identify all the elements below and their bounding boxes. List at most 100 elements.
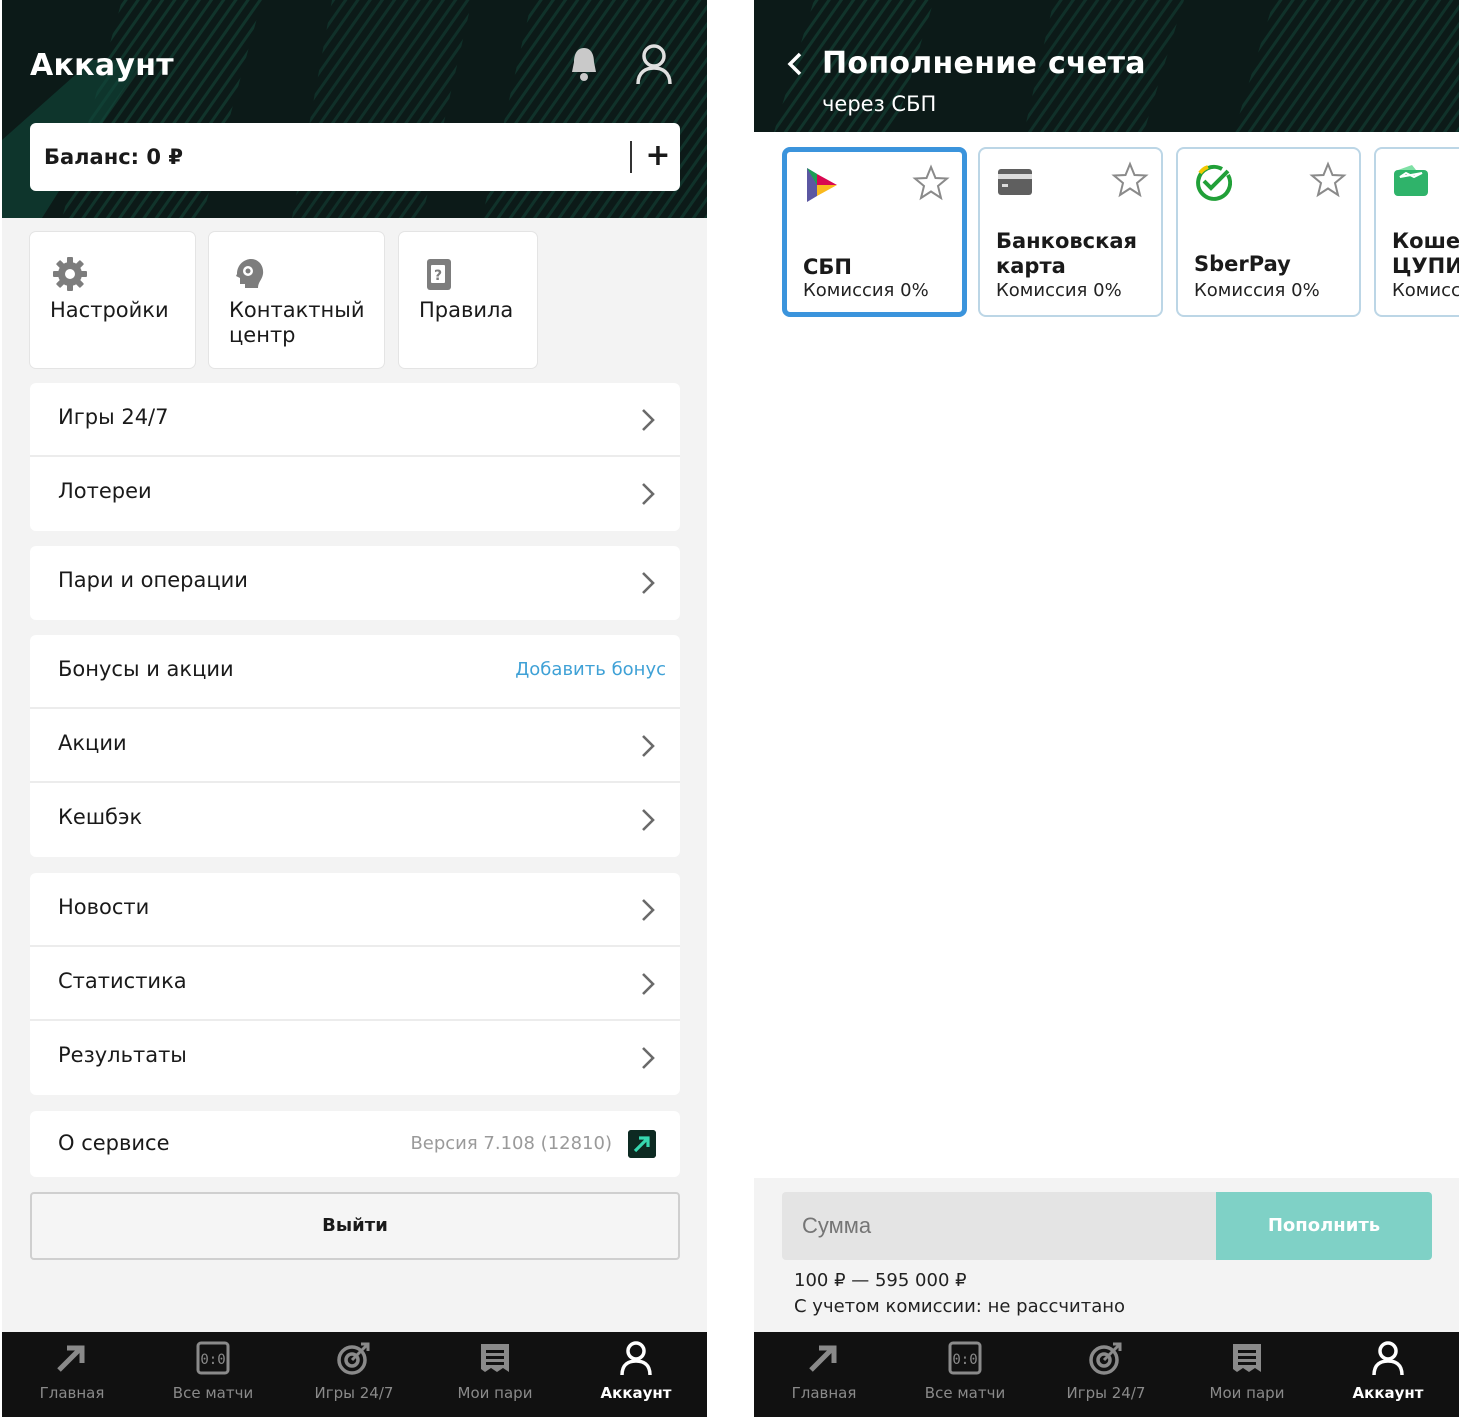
tab-label: Главная bbox=[791, 1384, 857, 1402]
user-icon bbox=[620, 1341, 652, 1376]
menu-item-about[interactable]: О сервисе Версия 7.108 (12810) bbox=[30, 1111, 680, 1177]
favorite-star-icon[interactable] bbox=[912, 164, 950, 202]
tab-account[interactable]: Аккаунт bbox=[1318, 1332, 1458, 1417]
menu-item-bets[interactable]: Пари и операции bbox=[30, 546, 680, 620]
tab-all-matches[interactable]: 0:0 Все матчи bbox=[895, 1332, 1035, 1417]
tab-my-bets[interactable]: Мои пари bbox=[425, 1332, 565, 1417]
amount-input[interactable] bbox=[782, 1192, 1218, 1260]
sbp-icon bbox=[807, 168, 837, 202]
menu-group-bets: Пари и операции bbox=[30, 546, 680, 620]
method-name: Банковская карта bbox=[996, 229, 1138, 278]
gear-icon bbox=[53, 257, 87, 291]
menu-item-games[interactable]: Игры 24/7 bbox=[30, 383, 680, 457]
bottom-tab-bar: Главная 0:0 Все матчи Игры 24/7 Мои пари… bbox=[754, 1332, 1459, 1417]
tab-all-matches[interactable]: 0:0 Все матчи bbox=[143, 1332, 283, 1417]
menu-group-bonuses: Бонусы и акции Добавить бонус Акции Кешб… bbox=[30, 635, 680, 857]
menu-item-lotteries[interactable]: Лотереи bbox=[30, 457, 680, 531]
chevron-right-icon bbox=[642, 483, 655, 505]
deposit-form: Пополнить 100 ₽ — 595 000 ₽ С учетом ком… bbox=[754, 1178, 1459, 1332]
tab-account[interactable]: Аккаунт bbox=[566, 1332, 706, 1417]
add-bonus-link[interactable]: Добавить бонус bbox=[515, 659, 666, 680]
method-name: СБП bbox=[803, 255, 852, 279]
scoreboard-icon: 0:0 bbox=[948, 1341, 982, 1375]
add-funds-button[interactable]: + bbox=[642, 135, 674, 177]
payment-method-bank-card[interactable]: Банковская карта Комиссия 0% bbox=[978, 147, 1163, 317]
tab-label: Мои пари bbox=[457, 1384, 533, 1402]
headset-icon bbox=[236, 259, 264, 288]
tile-rules[interactable]: ? Правила bbox=[399, 232, 537, 368]
logout-button[interactable]: Выйти bbox=[30, 1192, 680, 1260]
balance-divider bbox=[630, 141, 632, 173]
account-header: Аккаунт Баланс: 0 ₽ + bbox=[2, 0, 707, 218]
tab-games[interactable]: Игры 24/7 bbox=[1036, 1332, 1176, 1417]
home-arrow-icon bbox=[809, 1345, 837, 1372]
payment-method-sbp[interactable]: СБП Комиссия 0% bbox=[782, 147, 967, 317]
app-version: Версия 7.108 (12810) bbox=[410, 1133, 612, 1154]
menu-group-about: О сервисе Версия 7.108 (12810) bbox=[30, 1111, 680, 1177]
deposit-screen: Пополнение счета через СБП СБП Комиссия … bbox=[754, 0, 1459, 1417]
chevron-right-icon bbox=[642, 1047, 655, 1069]
fee-note: С учетом комиссии: не рассчитано bbox=[794, 1296, 1126, 1317]
menu-item-label: Кешбэк bbox=[58, 805, 143, 829]
tab-label: Игры 24/7 bbox=[1066, 1384, 1146, 1402]
tile-contact-center-label: Контактный центр bbox=[229, 298, 365, 347]
menu-item-results[interactable]: Результаты bbox=[30, 1021, 680, 1095]
chevron-right-icon bbox=[642, 409, 655, 431]
topup-button[interactable]: Пополнить bbox=[1216, 1192, 1432, 1260]
menu-item-label: О сервисе bbox=[58, 1131, 170, 1155]
menu-item-news[interactable]: Новости bbox=[30, 873, 680, 947]
payment-method-wallet[interactable]: Кошелек ЦУПИС Комиссия 0% bbox=[1374, 147, 1459, 317]
menu-group-info: Новости Статистика Результаты bbox=[30, 873, 680, 1095]
menu-item-bonuses: Бонусы и акции Добавить бонус bbox=[30, 635, 680, 709]
tab-my-bets[interactable]: Мои пари bbox=[1177, 1332, 1317, 1417]
page-title: Пополнение счета bbox=[822, 46, 1146, 81]
menu-item-label: Лотереи bbox=[58, 479, 152, 503]
balance-label: Баланс: 0 ₽ bbox=[44, 145, 183, 169]
profile-icon[interactable] bbox=[634, 42, 674, 86]
menu-item-label: Игры 24/7 bbox=[58, 405, 169, 429]
tab-label: Игры 24/7 bbox=[314, 1384, 394, 1402]
menu-item-label: Результаты bbox=[58, 1043, 187, 1067]
back-chevron-icon[interactable] bbox=[784, 50, 806, 78]
tab-label: Аккаунт bbox=[600, 1384, 672, 1402]
tile-settings[interactable]: Настройки bbox=[30, 232, 195, 368]
rules-book-icon: ? bbox=[427, 259, 451, 290]
menu-item-cashback[interactable]: Кешбэк bbox=[30, 783, 680, 857]
tab-home[interactable]: Главная bbox=[754, 1332, 894, 1417]
method-fee: Комиссия 0% bbox=[996, 280, 1122, 301]
payment-method-sberpay[interactable]: SberPay Комиссия 0% bbox=[1176, 147, 1361, 317]
method-name: SberPay bbox=[1194, 252, 1291, 276]
page-title: Аккаунт bbox=[30, 48, 174, 83]
method-name: Кошелек ЦУПИС bbox=[1392, 229, 1459, 278]
bank-card-icon bbox=[998, 169, 1032, 195]
tab-games[interactable]: Игры 24/7 bbox=[284, 1332, 424, 1417]
balance-bar: Баланс: 0 ₽ + bbox=[30, 123, 680, 191]
sberpay-icon bbox=[1196, 164, 1232, 201]
chevron-right-icon bbox=[642, 809, 655, 831]
target-icon bbox=[337, 1342, 370, 1375]
menu-item-promos[interactable]: Акции bbox=[30, 709, 680, 783]
bets-list-icon bbox=[481, 1344, 509, 1372]
tile-rules-label: Правила bbox=[419, 298, 514, 322]
amount-limits: 100 ₽ — 595 000 ₽ bbox=[794, 1270, 967, 1291]
menu-item-label: Пари и операции bbox=[58, 568, 248, 592]
menu-item-label: Бонусы и акции bbox=[58, 657, 234, 681]
favorite-star-icon[interactable] bbox=[1111, 161, 1149, 199]
method-fee: Комиссия 0% bbox=[1194, 280, 1320, 301]
tile-settings-label: Настройки bbox=[50, 298, 169, 322]
tile-contact-center[interactable]: Контактный центр bbox=[209, 232, 384, 368]
menu-item-stats[interactable]: Статистика bbox=[30, 947, 680, 1021]
tab-label: Главная bbox=[39, 1384, 105, 1402]
svg-text:0:0: 0:0 bbox=[200, 1352, 225, 1368]
account-screen: Аккаунт Баланс: 0 ₽ + Настройки Контактн… bbox=[2, 0, 707, 1417]
chevron-right-icon bbox=[642, 572, 655, 594]
tab-home[interactable]: Главная bbox=[2, 1332, 142, 1417]
favorite-star-icon[interactable] bbox=[1309, 161, 1347, 199]
bell-icon[interactable] bbox=[564, 44, 604, 84]
menu-group-games: Игры 24/7 Лотереи bbox=[30, 383, 680, 531]
svg-text:0:0: 0:0 bbox=[952, 1352, 977, 1368]
bottom-tab-bar: Главная 0:0 Все матчи Игры 24/7 Мои пари… bbox=[2, 1332, 707, 1417]
tab-label: Аккаунт bbox=[1352, 1384, 1424, 1402]
tab-label: Мои пари bbox=[1209, 1384, 1285, 1402]
chevron-right-icon bbox=[642, 735, 655, 757]
